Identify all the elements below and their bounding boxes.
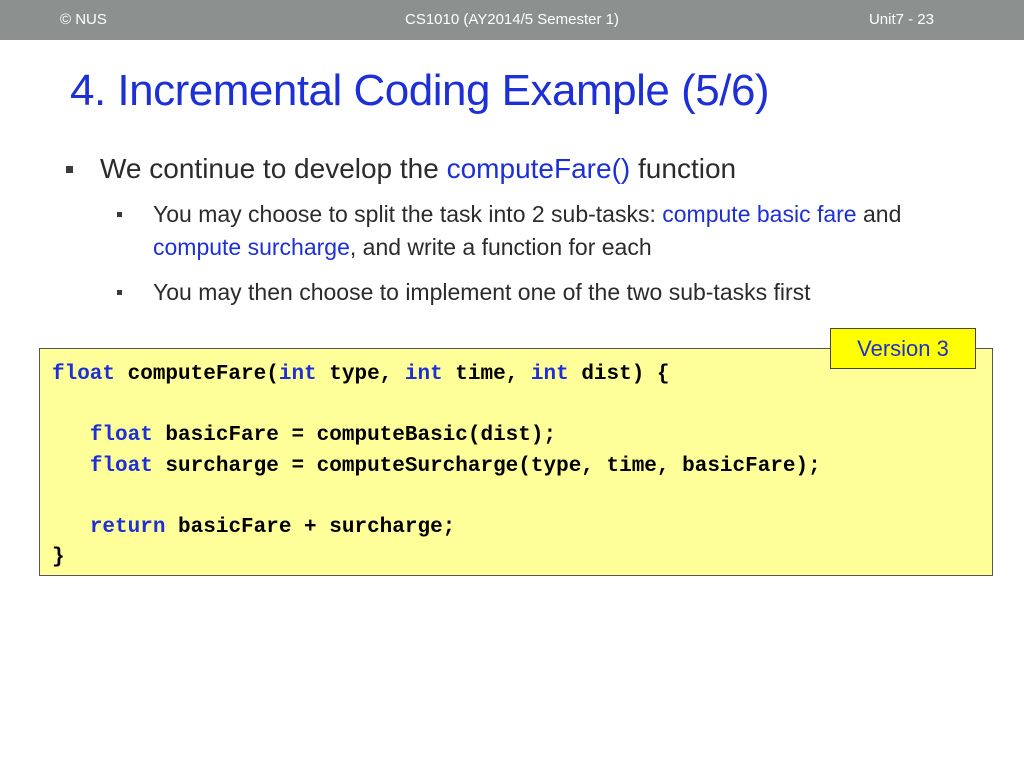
bullet-main-prefix: We continue to develop the: [100, 153, 447, 184]
code-text: surcharge = computeSurcharge(type, time,…: [152, 454, 821, 478]
bullet-main-suffix: function: [630, 153, 737, 184]
code-keyword: int: [530, 363, 569, 386]
code-line-3: float basicFare = computeBasic(dist);: [52, 424, 556, 447]
code-line-4: float surcharge = computeSurcharge(type,…: [52, 455, 821, 478]
code-block: float computeFare(int type, int time, in…: [39, 348, 993, 576]
version-label: Version 3: [830, 328, 976, 369]
bullet-sub1-part1: You may choose to split the task into 2 …: [153, 201, 663, 227]
code-text: basicFare = computeBasic(dist);: [152, 424, 557, 447]
code-line-7: }: [52, 546, 65, 569]
code-text: dist) {: [568, 363, 670, 386]
function-name-highlight: computeFare(): [446, 153, 631, 184]
bullet-sub2-text: You may then choose to implement one of …: [153, 279, 811, 305]
slide-number: Unit7 - 23: [868, 11, 934, 28]
code-keyword: int: [404, 363, 443, 386]
code-line-6: return basicFare + surcharge;: [52, 516, 455, 539]
code-listing: float computeFare(int type, int time, in…: [52, 360, 821, 574]
code-keyword: float: [52, 363, 116, 386]
bullet-main: We continue to develop the computeFare()…: [66, 152, 980, 186]
subtask-surcharge: compute surcharge: [153, 234, 350, 260]
code-keyword: return: [89, 515, 166, 539]
code-text: type,: [316, 363, 405, 386]
code-text: time,: [442, 363, 531, 386]
code-text: basicFare + surcharge;: [165, 515, 456, 539]
code-line-1: float computeFare(int type, int time, in…: [52, 363, 670, 386]
sub-bullet-marker: [117, 212, 122, 217]
slide-title: 4. Incremental Coding Example (5/6): [70, 66, 770, 115]
bullet-sub1-part2: and: [856, 201, 902, 227]
slide-header-bar: © NUS CS1010 (AY2014/5 Semester 1) Unit7…: [0, 0, 1024, 40]
bullet-sub-1: You may choose to split the task into 2 …: [117, 198, 983, 264]
bullet-sub1-part3: , and write a function for each: [349, 234, 652, 260]
code-keyword: float: [89, 424, 153, 447]
sub-bullet-marker: [117, 290, 122, 295]
code-keyword: int: [278, 363, 317, 386]
bullet-sub-2: You may then choose to implement one of …: [117, 276, 983, 309]
code-keyword: float: [89, 454, 153, 478]
bullet-marker: [66, 166, 73, 173]
subtask-basic-fare: compute basic fare: [662, 201, 857, 227]
code-text: computeFare(: [115, 363, 279, 386]
